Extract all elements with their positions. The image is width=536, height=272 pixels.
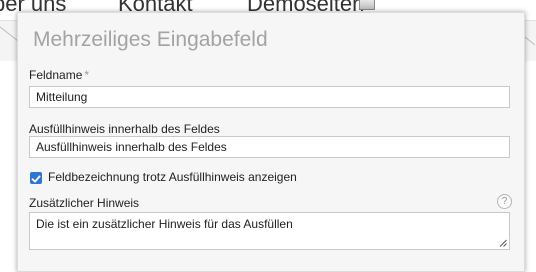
- additional-hint-textarea[interactable]: Die ist ein zusätzlicher Hinweis für das…: [29, 212, 510, 250]
- resize-grip-icon[interactable]: [499, 239, 507, 247]
- panel-title: Mehrzeiliges Eingabefeld: [33, 28, 268, 51]
- help-icon[interactable]: ?: [497, 194, 512, 209]
- checkmark-icon: [31, 175, 41, 183]
- placeholder-hint-input[interactable]: [29, 136, 510, 158]
- additional-hint-text: Die ist ein zusätzlicher Hinweis für das…: [36, 217, 293, 231]
- show-label-checkbox-label[interactable]: Feldbezeichnung trotz Ausfüllhinweis anz…: [48, 170, 297, 184]
- show-label-checkbox[interactable]: [30, 172, 42, 184]
- feldname-label-text: Feldname: [29, 68, 83, 82]
- feldname-label: Feldname *: [29, 68, 89, 82]
- feldname-input[interactable]: [29, 86, 510, 108]
- required-marker: *: [84, 68, 90, 82]
- placeholder-hint-label: Ausfüllhinweis innerhalb des Feldes: [29, 122, 220, 136]
- additional-hint-label: Zusätzlicher Hinweis: [29, 196, 140, 210]
- dropdown-menu-icon[interactable]: [359, 0, 375, 10]
- field-settings-panel: Mehrzeiliges Eingabefeld Feldname* Ausfü…: [17, 12, 525, 272]
